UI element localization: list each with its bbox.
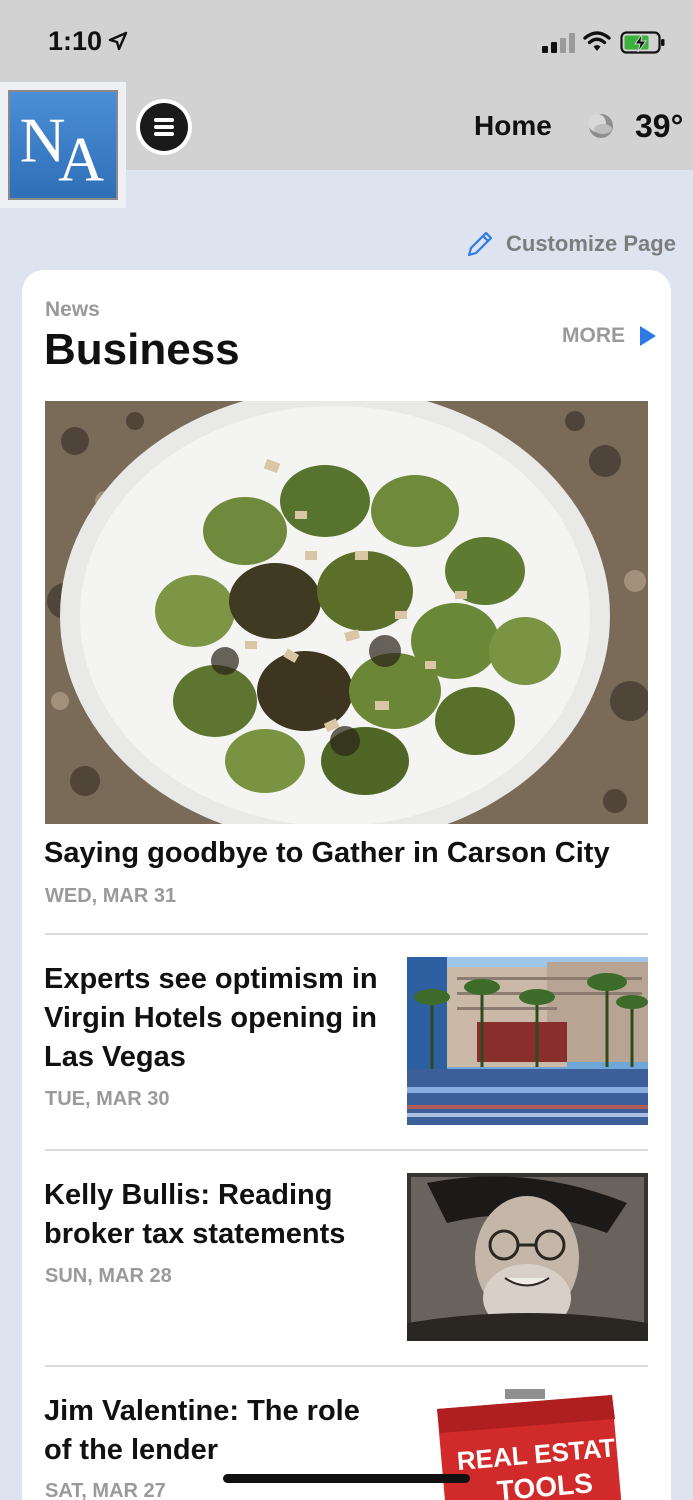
cellular-signal-icon xyxy=(542,33,575,53)
story-date: TUE, MAR 30 xyxy=(45,1088,170,1110)
divider xyxy=(45,1365,648,1367)
section-title: Business xyxy=(44,325,240,374)
story-thumbnail[interactable] xyxy=(407,1173,648,1341)
wifi-icon xyxy=(583,31,611,51)
customize-page-label: Customize Page xyxy=(506,231,676,256)
hero-story-image[interactable] xyxy=(45,401,648,824)
story-title[interactable]: Kelly Bullis: Reading broker tax stateme… xyxy=(44,1176,394,1254)
home-indicator[interactable] xyxy=(223,1474,470,1483)
hero-date: WED, MAR 31 xyxy=(45,885,177,907)
hamburger-icon xyxy=(154,118,174,136)
status-bar: 1:10 xyxy=(0,0,693,82)
customize-page-button[interactable]: Customize Page xyxy=(464,228,676,260)
weather-cloud-moon-icon[interactable] xyxy=(585,110,617,142)
story-date: SUN, MAR 28 xyxy=(45,1265,172,1287)
more-link[interactable]: MORE xyxy=(562,324,657,348)
na-logo-icon: N A xyxy=(8,90,118,200)
divider xyxy=(45,933,648,935)
location-arrow-icon xyxy=(108,31,128,51)
play-arrow-icon xyxy=(640,326,656,346)
pencil-icon xyxy=(467,231,493,257)
story-thumbnail[interactable] xyxy=(407,957,648,1125)
story-date: SAT, MAR 27 xyxy=(45,1480,166,1500)
section-kicker: News xyxy=(45,298,100,321)
more-label: MORE xyxy=(562,324,625,347)
hero-headline[interactable]: Saying goodbye to Gather in Carson City xyxy=(44,837,610,870)
temperature-readout: 39° xyxy=(635,108,684,144)
story-title[interactable]: Experts see optimism in Virgin Hotels op… xyxy=(44,960,394,1077)
svg-text:A: A xyxy=(58,124,104,195)
home-nav-link[interactable]: Home xyxy=(474,110,552,142)
status-time: 1:10 xyxy=(48,26,103,56)
site-logo-button[interactable]: N A xyxy=(0,82,126,208)
business-news-card: News Business MORE Saying goodbye to Gat… xyxy=(22,270,671,1500)
menu-button[interactable] xyxy=(136,99,192,155)
story-thumbnail[interactable]: REAL ESTATE TOOLS xyxy=(407,1389,648,1500)
story-title[interactable]: Jim Valentine: The role of the lender xyxy=(44,1392,394,1470)
divider xyxy=(45,1149,648,1151)
battery-charging-icon xyxy=(620,31,665,54)
